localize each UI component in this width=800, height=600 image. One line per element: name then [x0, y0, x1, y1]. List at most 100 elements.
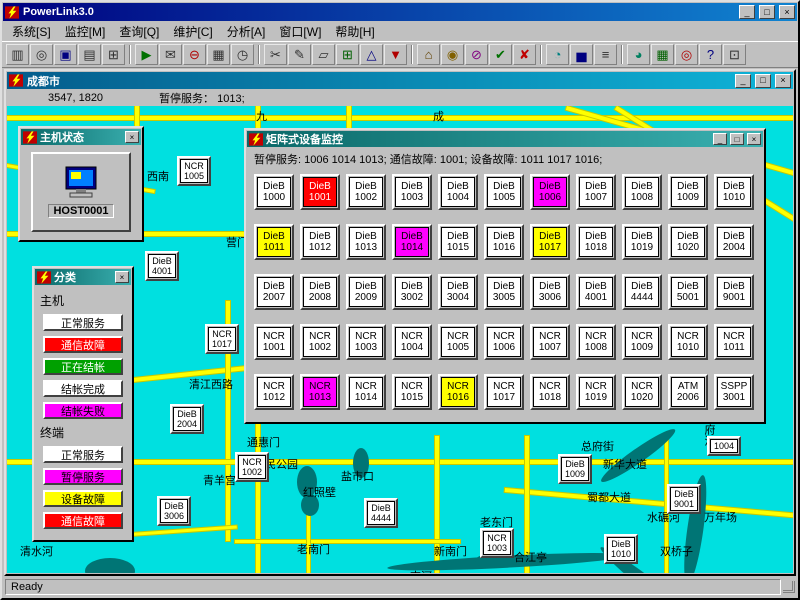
matrix-device-dieb-1017[interactable]: DieB1017	[530, 224, 570, 260]
matrix-device-ncr-1003[interactable]: NCR1003	[346, 324, 386, 360]
matrix-device-dieb-1004[interactable]: DieB1004	[438, 174, 478, 210]
pie-chart-icon[interactable]: ◔	[546, 44, 569, 65]
matrix-device-ncr-1016[interactable]: NCR1016	[438, 374, 478, 410]
matrix-device-dieb-2004[interactable]: DieB2004	[714, 224, 754, 260]
matrix-device-ncr-1004[interactable]: NCR1004	[392, 324, 432, 360]
matrix-device-ncr-1014[interactable]: NCR1014	[346, 374, 386, 410]
map-device-ncr-1003[interactable]: NCR1003	[480, 528, 514, 558]
calculator-icon[interactable]: ▦	[207, 44, 230, 65]
bank-icon[interactable]: ⌂	[417, 44, 440, 65]
clock-icon[interactable]: ◷	[231, 44, 254, 65]
matrix-device-dieb-3006[interactable]: DieB3006	[530, 274, 570, 310]
menu-item-help[interactable]: 帮助[H]	[328, 21, 381, 42]
map-device-dieb-4444[interactable]: DieB4444	[364, 498, 398, 528]
save-icon[interactable]: ▣	[54, 44, 77, 65]
matrix-device-dieb-1018[interactable]: DieB1018	[576, 224, 616, 260]
print-icon[interactable]: ▤	[78, 44, 101, 65]
matrix-device-dieb-1000[interactable]: DieB1000	[254, 174, 294, 210]
target-icon[interactable]: ◎	[675, 44, 698, 65]
matrix-device-dieb-1008[interactable]: DieB1008	[622, 174, 662, 210]
pencil-icon[interactable]: ✎	[288, 44, 311, 65]
play-icon[interactable]: ▶	[135, 44, 158, 65]
eraser-icon[interactable]: ▱	[312, 44, 335, 65]
matrix-device-dieb-2008[interactable]: DieB2008	[300, 274, 340, 310]
matrix-device-dieb-1005[interactable]: DieB1005	[484, 174, 524, 210]
window-icon[interactable]: ⊞	[102, 44, 125, 65]
map-device-ncr-1005[interactable]: NCR1005	[177, 156, 211, 186]
resize-grip[interactable]	[783, 581, 795, 593]
remove-icon[interactable]: ⊖	[183, 44, 206, 65]
map-device-dieb-4001[interactable]: DieB4001	[145, 251, 179, 281]
menu-item-window[interactable]: 窗口[W]	[272, 21, 328, 42]
matrix-device-dieb-3002[interactable]: DieB3002	[392, 274, 432, 310]
list-icon[interactable]: ≡	[594, 44, 617, 65]
matrix-device-dieb-1012[interactable]: DieB1012	[300, 224, 340, 260]
matrix-device-dieb-1001[interactable]: DieB1001	[300, 174, 340, 210]
matrix-device-dieb-1019[interactable]: DieB1019	[622, 224, 662, 260]
map-device-dieb-1010[interactable]: DieB1010	[604, 534, 638, 564]
matrix-device-ncr-1008[interactable]: NCR1008	[576, 324, 616, 360]
matrix-device-ncr-1019[interactable]: NCR1019	[576, 374, 616, 410]
help-icon[interactable]: ?	[699, 44, 722, 65]
matrix-device-dieb-1009[interactable]: DieB1009	[668, 174, 708, 210]
menu-item-system[interactable]: 系统[S]	[5, 21, 58, 42]
matrix-device-dieb-1016[interactable]: DieB1016	[484, 224, 524, 260]
matrix-device-ncr-1010[interactable]: NCR1010	[668, 324, 708, 360]
legend-dialog-close-button[interactable]: ×	[115, 271, 129, 283]
matrix-device-ncr-1002[interactable]: NCR1002	[300, 324, 340, 360]
matrix-close-button[interactable]: ×	[747, 133, 761, 145]
chart-up-icon[interactable]: △	[360, 44, 383, 65]
table-icon[interactable]: ⊞	[336, 44, 359, 65]
map-device-1004[interactable]: 1004	[707, 436, 741, 456]
matrix-device-dieb-1006[interactable]: DieB1006	[530, 174, 570, 210]
host-dialog-close-button[interactable]: ×	[125, 131, 139, 143]
minimize-button[interactable]: _	[739, 5, 755, 19]
matrix-device-dieb-3005[interactable]: DieB3005	[484, 274, 524, 310]
host-button[interactable]: HOST0001	[31, 152, 131, 232]
matrix-device-dieb-1020[interactable]: DieB1020	[668, 224, 708, 260]
matrix-device-ncr-1012[interactable]: NCR1012	[254, 374, 294, 410]
matrix-device-dieb-1002[interactable]: DieB1002	[346, 174, 386, 210]
matrix-device-dieb-1014[interactable]: DieB1014	[392, 224, 432, 260]
matrix-device-sspp-3001[interactable]: SSPP3001	[714, 374, 754, 410]
matrix-device-dieb-9001[interactable]: DieB9001	[714, 274, 754, 310]
map-device-dieb-1009[interactable]: DieB1009	[558, 454, 592, 484]
matrix-device-ncr-1006[interactable]: NCR1006	[484, 324, 524, 360]
bar-chart-icon[interactable]: ▅	[570, 44, 593, 65]
matrix-device-dieb-1011[interactable]: DieB1011	[254, 224, 294, 260]
menu-item-maintain[interactable]: 维护[C]	[166, 21, 219, 42]
map-device-dieb-3006[interactable]: DieB3006	[157, 496, 191, 526]
map-close-button[interactable]: ×	[775, 74, 791, 88]
grid-icon[interactable]: ▦	[651, 44, 674, 65]
matrix-device-ncr-1005[interactable]: NCR1005	[438, 324, 478, 360]
matrix-device-ncr-1020[interactable]: NCR1020	[622, 374, 662, 410]
matrix-device-dieb-1013[interactable]: DieB1013	[346, 224, 386, 260]
magnifier-icon[interactable]: ◎	[30, 44, 53, 65]
matrix-device-dieb-1015[interactable]: DieB1015	[438, 224, 478, 260]
matrix-device-ncr-1015[interactable]: NCR1015	[392, 374, 432, 410]
maximize-button[interactable]: □	[759, 5, 775, 19]
menu-item-query[interactable]: 查询[Q]	[112, 21, 166, 42]
coin-icon[interactable]: ◉	[441, 44, 464, 65]
matrix-device-dieb-1007[interactable]: DieB1007	[576, 174, 616, 210]
matrix-device-dieb-1003[interactable]: DieB1003	[392, 174, 432, 210]
matrix-device-ncr-1011[interactable]: NCR1011	[714, 324, 754, 360]
color-wheel-icon[interactable]: ◕	[627, 44, 650, 65]
matrix-minimize-button[interactable]: _	[713, 133, 727, 145]
matrix-device-dieb-2009[interactable]: DieB2009	[346, 274, 386, 310]
matrix-device-dieb-2007[interactable]: DieB2007	[254, 274, 294, 310]
matrix-device-dieb-4001[interactable]: DieB4001	[576, 274, 616, 310]
close-button[interactable]: ×	[779, 5, 795, 19]
map-restore-button[interactable]: □	[755, 74, 771, 88]
map-minimize-button[interactable]: _	[735, 74, 751, 88]
matrix-device-atm-2006[interactable]: ATM2006	[668, 374, 708, 410]
matrix-device-ncr-1017[interactable]: NCR1017	[484, 374, 524, 410]
map-canvas[interactable]: 主机状态 × HOST0001	[7, 106, 793, 573]
matrix-device-dieb-5001[interactable]: DieB5001	[668, 274, 708, 310]
matrix-device-dieb-3004[interactable]: DieB3004	[438, 274, 478, 310]
map-device-dieb-2004[interactable]: DieB2004	[170, 404, 204, 434]
mail-icon[interactable]: ✉	[159, 44, 182, 65]
matrix-device-ncr-1013[interactable]: NCR1013	[300, 374, 340, 410]
matrix-device-ncr-1018[interactable]: NCR1018	[530, 374, 570, 410]
map-device-dieb-9001[interactable]: DieB9001	[667, 484, 701, 514]
